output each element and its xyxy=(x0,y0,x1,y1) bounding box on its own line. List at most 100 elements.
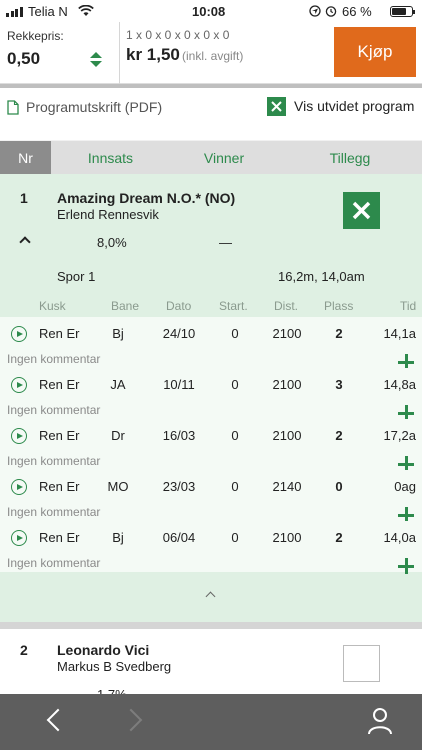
race-dato: 10/11 xyxy=(163,377,195,392)
odds-value: — xyxy=(219,235,232,250)
pdf-link[interactable]: Programutskrift (PDF) xyxy=(7,97,162,117)
race-bane: Bj xyxy=(112,530,124,545)
chevron-up-icon[interactable] xyxy=(19,236,31,248)
col-dato: Dato xyxy=(166,299,192,313)
race-kusk: Ren Er xyxy=(39,479,80,494)
price-note: (inkl. avgift) xyxy=(182,49,244,63)
race-dist: 2100 xyxy=(272,326,302,341)
race-start: 0 xyxy=(231,530,239,545)
bottom-nav xyxy=(0,694,422,750)
tab-nr[interactable]: Nr xyxy=(0,141,51,174)
bet-summary-bar: Rekkepris: 0,50 1 x 0 x 0 x 0 x 0 x 0 kr… xyxy=(0,22,422,84)
play-video-icon[interactable] xyxy=(11,428,27,444)
chevron-up-icon[interactable] xyxy=(90,52,102,58)
race-row: Ren Er JA 10/11 0 2100 3 14,8a xyxy=(0,368,422,401)
race-row: Ren Er MO 23/03 0 2140 0 0ag xyxy=(0,470,422,503)
race-kusk: Ren Er xyxy=(39,530,80,545)
race-plass: 2 xyxy=(335,530,343,545)
horse-name[interactable]: Amazing Dream N.O.* (NO) xyxy=(57,190,235,206)
tab-tillegg[interactable]: Tillegg xyxy=(278,141,422,174)
divider xyxy=(119,22,120,84)
carrier-label: Telia N xyxy=(28,4,68,19)
race-tid: 14,8a xyxy=(383,377,416,392)
driver-name: Erlend Rennesvik xyxy=(57,207,159,222)
rekkepris-value[interactable]: 0,50 xyxy=(7,49,40,69)
forward-icon xyxy=(119,708,143,732)
rekkepris-label: Rekkepris: xyxy=(7,29,64,43)
add-comment-icon[interactable] xyxy=(398,558,414,574)
combination-text: 1 x 0 x 0 x 0 x 0 x 0 xyxy=(126,28,230,42)
battery-icon xyxy=(390,6,415,17)
chevron-down-icon[interactable] xyxy=(90,61,102,67)
horse-name[interactable]: Leonardo Vici xyxy=(57,642,149,658)
pdf-label: Programutskrift (PDF) xyxy=(26,99,163,115)
race-comment-row: Ingen kommentar xyxy=(0,350,422,370)
rekkepris-stepper[interactable] xyxy=(90,52,102,68)
race-comment: Ingen kommentar xyxy=(7,505,101,519)
signal-icon xyxy=(6,7,23,17)
col-start: Start. xyxy=(219,299,248,313)
race-bane: Dr xyxy=(111,428,125,443)
program-options: Programutskrift (PDF) Vis utvidet progra… xyxy=(0,88,422,140)
race-dist: 2100 xyxy=(272,377,302,392)
clock: 10:08 xyxy=(192,4,226,19)
buy-button[interactable]: Kjøp xyxy=(334,27,416,77)
play-video-icon[interactable] xyxy=(11,530,27,546)
race-plass: 2 xyxy=(335,326,343,341)
race-row: Ren Er Bj 06/04 0 2100 2 14,0a xyxy=(0,521,422,554)
race-start: 0 xyxy=(231,326,239,341)
race-comment-row: Ingen kommentar xyxy=(0,401,422,421)
race-bane: Bj xyxy=(112,326,124,341)
race-dist: 2100 xyxy=(272,530,302,545)
race-dato: 16/03 xyxy=(162,428,196,443)
battery-percent: 66 % xyxy=(342,4,372,19)
race-comment: Ingen kommentar xyxy=(7,352,101,366)
race-start: 0 xyxy=(231,377,239,392)
race-kusk: Ren Er xyxy=(39,326,80,341)
race-comment: Ingen kommentar xyxy=(7,454,101,468)
sort-tabs: Nr Innsats Vinner Tillegg xyxy=(0,141,422,174)
tab-vinner[interactable]: Vinner xyxy=(170,141,278,174)
race-comment-row: Ingen kommentar xyxy=(0,503,422,523)
race-plass: 0 xyxy=(335,479,343,494)
play-video-icon[interactable] xyxy=(11,479,27,495)
extended-program-toggle[interactable]: Vis utvidet program xyxy=(267,96,414,116)
race-tid: 14,1a xyxy=(383,326,416,341)
spor-label: Spor 1 xyxy=(57,269,96,284)
checkbox-checked-icon[interactable] xyxy=(267,96,286,116)
alarm-icon xyxy=(325,6,337,17)
driver-name: Markus B Svedberg xyxy=(57,659,172,674)
col-plass: Plass xyxy=(324,299,354,313)
race-tid: 14,0a xyxy=(383,530,416,545)
distance-time: 16,2m, 14,0am xyxy=(278,269,365,284)
user-icon[interactable] xyxy=(367,707,393,735)
buy-button-label: Kjøp xyxy=(357,42,393,61)
race-dist: 2100 xyxy=(272,428,302,443)
back-icon[interactable] xyxy=(46,708,70,732)
play-video-icon[interactable] xyxy=(11,326,27,342)
race-comment: Ingen kommentar xyxy=(7,556,101,570)
race-start: 0 xyxy=(231,479,239,494)
select-horse-button[interactable] xyxy=(343,645,380,682)
race-comment-row: Ingen kommentar xyxy=(0,554,422,574)
col-dist: Dist. xyxy=(274,299,298,313)
race-dato: 06/04 xyxy=(162,530,196,545)
race-bane: JA xyxy=(110,377,126,392)
extended-program-label: Vis utvidet program xyxy=(294,98,415,114)
race-comment-row: Ingen kommentar xyxy=(0,452,422,472)
col-tid: Tid xyxy=(400,299,417,313)
horse-number: 1 xyxy=(20,190,28,206)
select-horse-button[interactable] xyxy=(343,192,380,229)
race-start: 0 xyxy=(231,428,239,443)
race-plass: 3 xyxy=(335,377,343,392)
play-video-icon[interactable] xyxy=(11,377,27,393)
race-tid: 17,2a xyxy=(383,428,416,443)
race-dato: 23/03 xyxy=(162,479,196,494)
horse-number: 2 xyxy=(20,642,28,658)
tab-innsats[interactable]: Innsats xyxy=(51,141,170,174)
race-row: Ren Er Dr 16/03 0 2100 2 17,2a xyxy=(0,419,422,452)
race-tid: 0ag xyxy=(394,479,416,494)
document-icon xyxy=(7,99,19,115)
percent-value: 8,0% xyxy=(97,235,127,250)
status-bar: Telia N 10:08 66 % xyxy=(0,0,422,22)
